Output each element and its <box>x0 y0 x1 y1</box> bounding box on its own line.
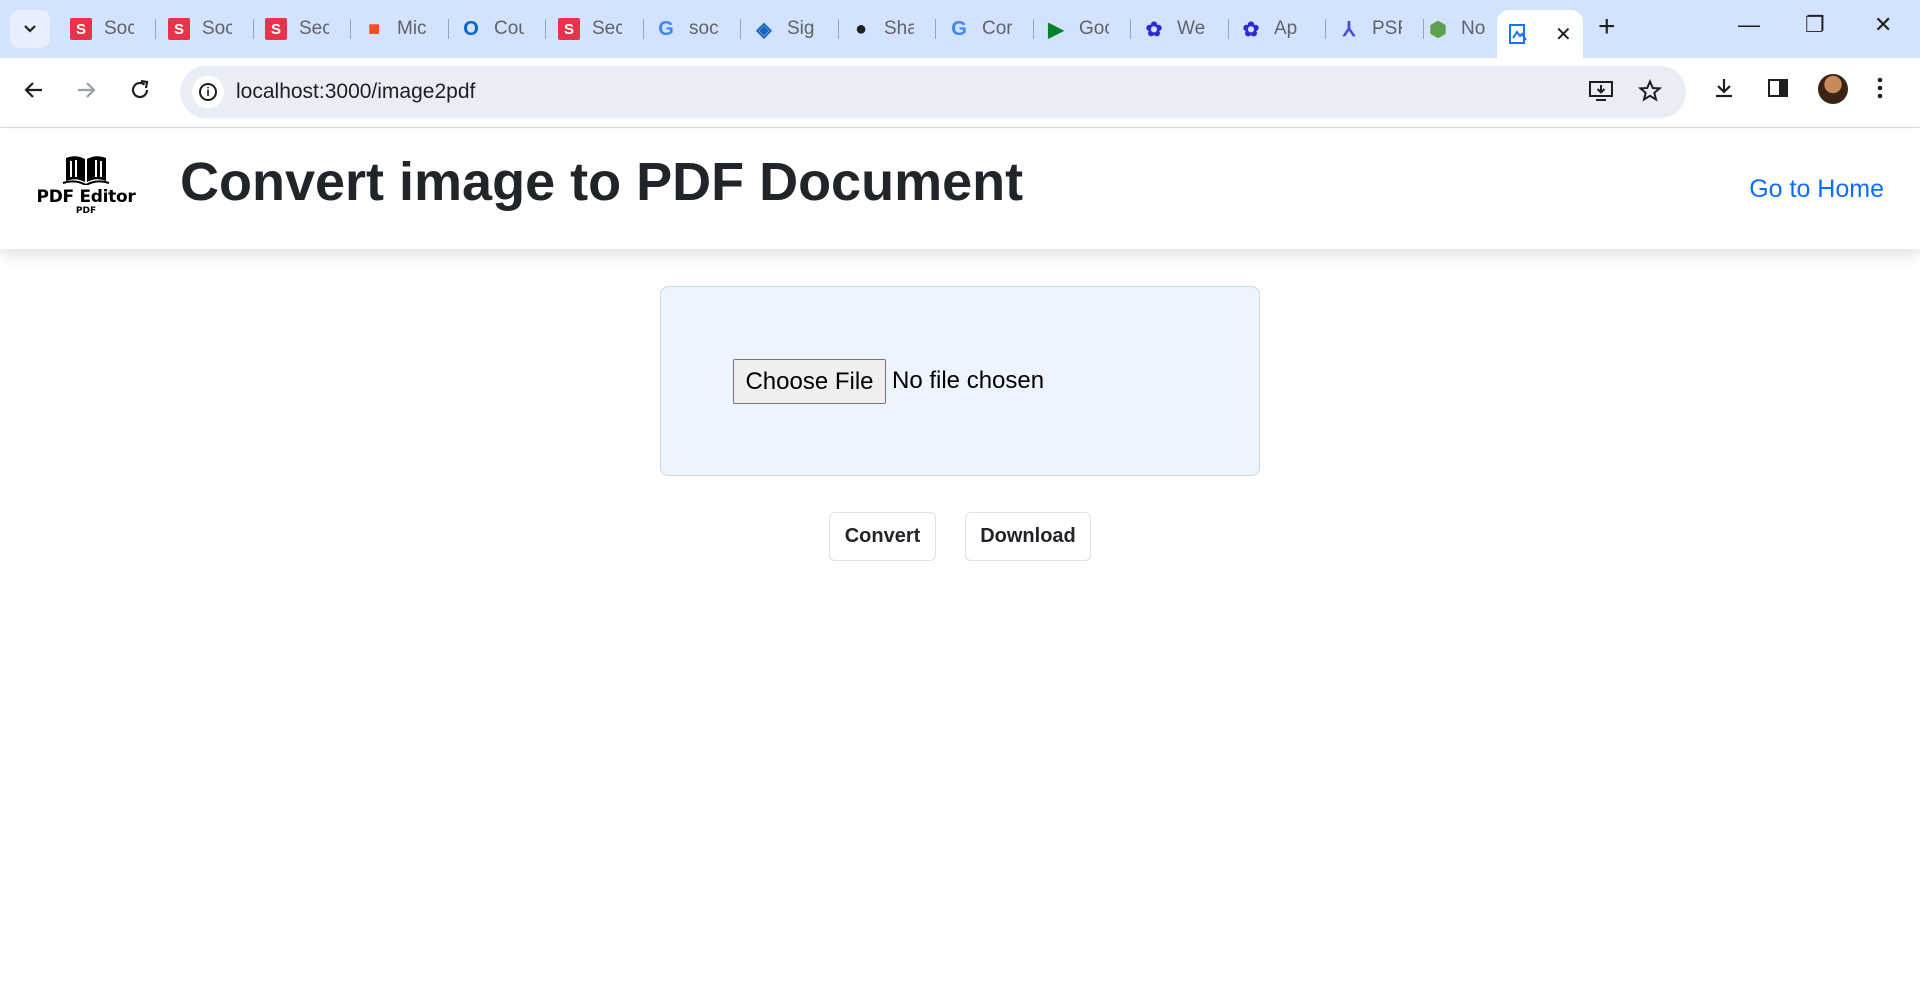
address-bar[interactable]: i localhost:3000/image2pdf <box>180 66 1686 118</box>
chatgpt-icon: ✿ <box>1145 18 1163 41</box>
tab-label: soc <box>689 18 719 39</box>
nodejs-icon: ⬢ <box>1429 18 1447 41</box>
github-icon: ● <box>854 17 868 40</box>
file-status-text: No file chosen <box>892 367 1045 394</box>
tab-label: Goo <box>1079 18 1109 39</box>
tab-label: Sec <box>299 18 329 39</box>
reload-icon[interactable] <box>128 78 152 107</box>
chevron-down-icon <box>24 25 36 33</box>
tab-4[interactable]: O Cou <box>450 10 546 48</box>
install-app-icon[interactable] <box>1588 79 1614 108</box>
tab-0[interactable]: S Soc <box>60 10 156 48</box>
profile-avatar[interactable] <box>1818 74 1848 104</box>
tab-8[interactable]: ● Sha <box>840 10 936 48</box>
google-icon: G <box>658 17 674 40</box>
page-content: PDF Editor PDF Convert image to PDF Docu… <box>0 129 1920 1006</box>
s-red-icon: S <box>558 18 580 40</box>
choose-file-button[interactable]: Choose File <box>733 359 886 404</box>
tab-label: Soc <box>104 18 134 39</box>
tab-separator <box>1130 19 1131 39</box>
tab-separator <box>1228 19 1229 39</box>
url-text[interactable]: localhost:3000/image2pdf <box>236 80 475 104</box>
app-header: PDF Editor PDF Convert image to PDF Docu… <box>0 129 1920 249</box>
upload-card: Choose File No file chosen <box>660 286 1260 476</box>
tab-12[interactable]: ✿ Ap <box>1230 10 1326 48</box>
forward-icon[interactable] <box>74 78 98 107</box>
tab-separator <box>545 19 546 39</box>
s-red-icon: S <box>70 18 92 40</box>
tab-label: We <box>1177 18 1206 39</box>
book-icon <box>62 156 110 185</box>
tab-label: Cou <box>494 18 524 39</box>
pdf-editor-favicon-icon <box>1509 24 1527 44</box>
tab-strip: S Soc S Soc S Sec ■ Mic O Cou S Sec Gsoc ◈ Sig ● Sha G Cor… <box>0 0 1920 58</box>
tab-separator <box>1325 19 1326 39</box>
tab-label: PSF <box>1372 18 1402 39</box>
tab-separator <box>740 19 741 39</box>
logo-text: PDF Editor <box>36 187 136 207</box>
close-tab-icon[interactable]: ✕ <box>1555 22 1572 47</box>
tab-separator <box>838 19 839 39</box>
tab-label: Soc <box>202 18 232 39</box>
page-title: Convert image to PDF Document <box>180 152 1024 212</box>
tab-label: Sig <box>787 18 815 39</box>
browser-toolbar: i localhost:3000/image2pdf <box>0 58 1920 128</box>
tab-10[interactable]: ▶ Goo <box>1035 10 1131 48</box>
new-tab-button[interactable]: + <box>1598 12 1616 42</box>
convert-button[interactable]: Convert <box>829 512 936 561</box>
tab-label: Sha <box>884 18 914 39</box>
tab-13[interactable]: ⅄ PSF <box>1328 10 1424 48</box>
tab-9[interactable]: G Cor <box>938 10 1034 48</box>
outlook-icon: O <box>463 17 479 40</box>
back-icon[interactable] <box>22 78 46 107</box>
minimize-icon[interactable]: — <box>1738 12 1760 38</box>
go-to-home-link[interactable]: Go to Home <box>1749 175 1884 204</box>
tab-separator <box>253 19 254 39</box>
tab-label: Mic <box>397 18 427 39</box>
close-window-icon[interactable]: ✕ <box>1874 12 1892 38</box>
s-red-icon: S <box>265 18 287 40</box>
tab-active-image2pdf[interactable]: ✕ <box>1497 10 1583 58</box>
tab-search-button[interactable] <box>10 10 50 48</box>
tab-label: Sec <box>592 18 622 39</box>
tab-11[interactable]: ✿ We <box>1133 10 1229 48</box>
tab-separator <box>643 19 644 39</box>
pdf-tool-icon: ⅄ <box>1342 18 1356 41</box>
tab-6[interactable]: Gsoc <box>645 10 741 48</box>
restore-icon[interactable]: ❐ <box>1805 12 1825 38</box>
side-panel-icon[interactable] <box>1766 76 1790 105</box>
tab-separator <box>448 19 449 39</box>
tab-separator <box>350 19 351 39</box>
download-button[interactable]: Download <box>965 512 1091 561</box>
microsoft-icon: ■ <box>367 17 381 40</box>
chatgpt-icon: ✿ <box>1242 18 1260 41</box>
tab-3[interactable]: ■ Mic <box>353 10 449 48</box>
s-red-icon: S <box>168 18 190 40</box>
tab-separator <box>935 19 936 39</box>
tab-label: Ap <box>1274 18 1298 39</box>
tab-7[interactable]: ◈ Sig <box>743 10 839 48</box>
tab-label: No <box>1461 18 1486 39</box>
tab-separator <box>155 19 156 39</box>
sign-icon: ◈ <box>756 18 772 41</box>
tab-1[interactable]: S Soc <box>158 10 254 48</box>
bookmark-star-icon[interactable] <box>1637 78 1663 108</box>
logo-subtext: PDF <box>75 206 97 216</box>
tab-2[interactable]: S Sec <box>255 10 351 48</box>
site-info-icon[interactable]: i <box>192 76 224 108</box>
pdf-editor-logo: PDF Editor PDF <box>36 155 136 221</box>
tab-separator <box>1033 19 1034 39</box>
tab-5[interactable]: S Sec <box>548 10 644 48</box>
downloads-icon[interactable] <box>1712 76 1736 105</box>
tab-label: Cor <box>982 18 1012 39</box>
menu-kebab-icon[interactable] <box>1876 76 1884 105</box>
google-icon: G <box>951 17 967 40</box>
google-meet-icon: ▶ <box>1048 18 1064 41</box>
